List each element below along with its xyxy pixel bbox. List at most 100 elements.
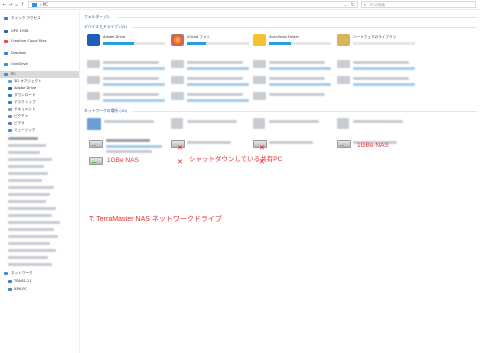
blurred-drive-entry[interactable] xyxy=(8,235,58,238)
search-placeholder[interactable]: PCの検索 xyxy=(370,2,385,8)
refresh-icon[interactable]: ↻ xyxy=(351,2,355,8)
sidebar-item-xrk[interactable]: XRK-PC xyxy=(0,286,79,293)
breadcrumb-pc[interactable]: PC xyxy=(43,2,48,7)
group-header-folders[interactable]: フォルダー (7) xyxy=(84,14,110,19)
blurred-network-drive-icon[interactable] xyxy=(337,118,349,129)
blurred-network-drive-icon[interactable] xyxy=(87,118,101,130)
blurred-network-label[interactable] xyxy=(104,120,154,123)
blurred-drive-label[interactable] xyxy=(103,61,159,64)
blurred-drive-entry[interactable] xyxy=(8,200,46,203)
sidebar-item-downloads[interactable]: ダウンロード xyxy=(0,92,79,99)
icloud-photos-icon xyxy=(171,34,184,46)
blurred-capacity-bar xyxy=(103,67,165,70)
blurred-drive-entry[interactable] xyxy=(8,193,50,196)
blurred-drive-entry[interactable] xyxy=(8,221,60,224)
sidebar-item-onedrive[interactable]: OneDrive xyxy=(0,61,79,68)
download-icon xyxy=(8,94,12,97)
blurred-drive-icon[interactable] xyxy=(87,60,100,68)
sidebar-item-dropbox[interactable]: Dropbox xyxy=(0,50,79,57)
blurred-drive-icon[interactable] xyxy=(253,60,266,68)
divider xyxy=(117,17,477,18)
blurred-drive-icon[interactable] xyxy=(87,92,100,100)
breadcrumb[interactable]: › PC xyxy=(40,2,48,8)
sidebar-item-label: Creative Cloud Files xyxy=(11,39,47,43)
network-drive-icon[interactable] xyxy=(89,157,103,165)
blurred-drive-entry[interactable] xyxy=(8,137,38,140)
sidebar-item-trass[interactable]: TRASS-11 xyxy=(0,278,79,285)
blurred-drive-entry[interactable] xyxy=(8,158,52,161)
blurred-drive-entry[interactable] xyxy=(8,207,56,210)
blurred-drive-icon[interactable] xyxy=(337,60,350,68)
sidebar-item-label: デスクトップ xyxy=(14,100,36,104)
blurred-network-drive-icon[interactable] xyxy=(171,118,183,129)
blurred-network-label[interactable] xyxy=(187,141,231,144)
address-bar[interactable]: › PC ⌄ ↻ xyxy=(28,1,358,8)
blurred-drive-entry[interactable] xyxy=(8,249,56,252)
annotation-nas-1: 1GBe NAS xyxy=(107,157,139,164)
blurred-drive-entry[interactable] xyxy=(8,214,52,217)
blurred-drive-label[interactable] xyxy=(269,93,325,96)
blurred-drive-entry[interactable] xyxy=(8,228,54,231)
blurred-network-label[interactable] xyxy=(353,120,403,123)
blurred-drive-label[interactable] xyxy=(103,77,159,80)
blurred-drive-icon[interactable] xyxy=(171,76,184,84)
blurred-drive-entry[interactable] xyxy=(8,179,42,182)
divider xyxy=(133,27,477,28)
blurred-drive-label[interactable] xyxy=(187,61,243,64)
blurred-drive-icon[interactable] xyxy=(337,76,350,84)
sidebar-item-3d-objects[interactable]: 3D オブジェクト xyxy=(0,78,79,85)
network-drive-icon[interactable] xyxy=(337,140,351,148)
blurred-drive-icon[interactable] xyxy=(171,60,184,68)
address-dropdown-icon[interactable]: ⌄ xyxy=(344,2,347,8)
blurred-drive-entry[interactable] xyxy=(8,242,50,245)
network-drive-icon[interactable] xyxy=(89,140,103,148)
sidebar-item-label: ダウンロード xyxy=(14,93,36,97)
blurred-drive-entry[interactable] xyxy=(8,256,48,259)
blurred-drive-label[interactable] xyxy=(353,77,409,80)
sidebar-item-creative-cloud[interactable]: Creative Cloud Files xyxy=(0,38,79,45)
sidebar-item-desktop[interactable]: デスクトップ xyxy=(0,99,79,106)
blurred-drive-label[interactable] xyxy=(187,77,243,80)
pc-icon xyxy=(4,73,8,76)
sidebar-item-pc[interactable]: PC xyxy=(0,71,79,78)
sidebar-item-pictures[interactable]: ピクチャ xyxy=(0,113,79,120)
blurred-network-label[interactable] xyxy=(269,141,313,144)
sidebar-item-videos[interactable]: ビデオ xyxy=(0,120,79,127)
sidebar-item-documents[interactable]: ドキュメント xyxy=(0,106,79,113)
sidebar-item-quick-access[interactable]: クイック アクセス xyxy=(0,15,79,22)
blurred-drive-entry[interactable] xyxy=(8,151,40,154)
blurred-drive-entry[interactable] xyxy=(8,186,54,189)
blurred-drive-label[interactable] xyxy=(187,93,243,96)
blurred-drive-label[interactable] xyxy=(269,61,325,64)
sidebar-item-music[interactable]: ミュージック xyxy=(0,127,79,134)
blurred-network-drive-icon[interactable] xyxy=(253,118,265,129)
blurred-drive-entry[interactable] xyxy=(8,144,46,147)
sidebar-item-network[interactable]: ネットワーク xyxy=(0,270,79,277)
up-arrow-icon[interactable]: ↑ xyxy=(19,2,26,8)
blurred-capacity-bar xyxy=(269,83,331,86)
blurred-drive-entry[interactable] xyxy=(8,172,48,175)
blurred-network-label[interactable] xyxy=(106,139,150,142)
sidebar-item-adobe-drive[interactable]: Adobe Drive xyxy=(0,85,79,92)
device-name: Adobe Drive xyxy=(103,35,126,39)
blurred-drive-entry[interactable] xyxy=(8,165,44,168)
group-header-network-locations[interactable]: ネットワークの場所 (10) xyxy=(84,108,127,113)
blurred-drive-icon[interactable] xyxy=(87,76,100,84)
blurred-drive-label[interactable] xyxy=(103,93,159,96)
blurred-drive-icon[interactable] xyxy=(253,76,266,84)
blurred-drive-entry[interactable] xyxy=(8,263,52,266)
blurred-network-label[interactable] xyxy=(187,120,237,123)
blurred-drive-label[interactable] xyxy=(269,77,325,80)
capacity-bar xyxy=(353,42,415,45)
group-header-devices[interactable]: デバイスとドライブ (15) xyxy=(84,24,127,29)
search-box[interactable]: ⌕ PCの検索 xyxy=(361,1,476,8)
blurred-drive-label[interactable] xyxy=(353,61,409,64)
music-icon xyxy=(8,129,12,132)
sidebar-item-label: Dropbox xyxy=(11,51,27,55)
sidebar-item-ups[interactable]: UPS 1938 xyxy=(0,28,79,35)
blurred-drive-icon[interactable] xyxy=(171,92,184,100)
blurred-network-label[interactable] xyxy=(269,120,319,123)
blurred-drive-icon[interactable] xyxy=(253,92,266,100)
device-name: ハードウェアのライブラリ xyxy=(353,35,397,39)
network-icon xyxy=(4,272,8,275)
